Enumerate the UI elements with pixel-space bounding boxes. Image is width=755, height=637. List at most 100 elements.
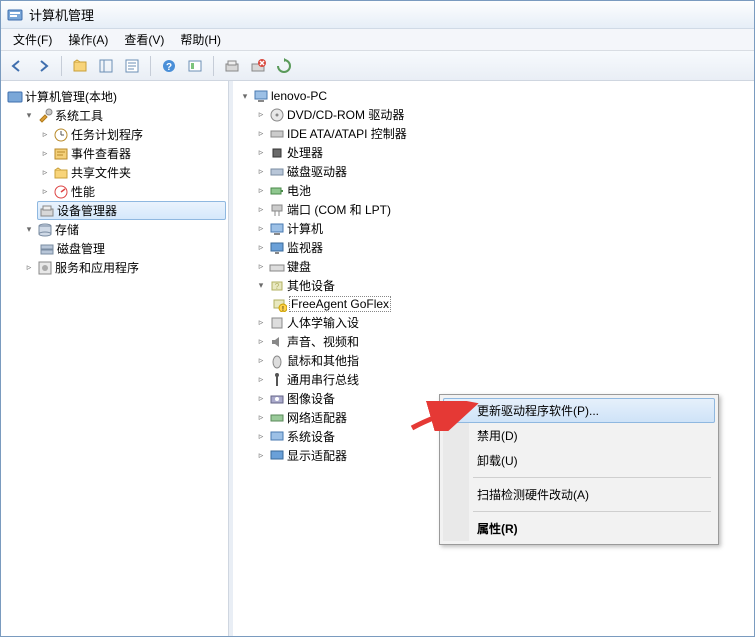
other-devices-icon: ? [269, 278, 285, 294]
ide-node[interactable]: ▹IDE ATA/ATAPI 控制器 [253, 124, 752, 143]
toolbar-forward-button[interactable] [31, 54, 55, 78]
toolbar-back-button[interactable] [5, 54, 29, 78]
toolbar-up-button[interactable] [68, 54, 92, 78]
sound-node[interactable]: ▹声音、视频和 [253, 332, 752, 351]
device-manager-label: 设备管理器 [57, 202, 117, 219]
context-menu-uninstall[interactable]: 卸载(U) [443, 448, 715, 473]
expander-icon[interactable]: ▾ [23, 224, 35, 236]
system-devices-label: 系统设备 [287, 428, 335, 445]
hid-node[interactable]: ▹ 人体学输入设 [253, 313, 752, 332]
cpu-node[interactable]: ▹处理器 [253, 143, 752, 162]
disk-drives-node[interactable]: ▹磁盘驱动器 [253, 162, 752, 181]
expander-icon[interactable]: ▹ [39, 167, 51, 179]
expander-icon[interactable]: ▹ [255, 317, 267, 329]
storage-node[interactable]: ▾ 存储 [21, 220, 226, 239]
keyboard-node[interactable]: ▹ 键盘 [253, 257, 752, 276]
expander-icon[interactable]: ▹ [39, 148, 51, 160]
monitor-node[interactable]: ▹监视器 [253, 238, 752, 257]
expander-icon[interactable]: ▹ [39, 186, 51, 198]
ports-label: 端口 (COM 和 LPT) [287, 201, 391, 218]
ports-node[interactable]: ▹ 端口 (COM 和 LPT) [253, 200, 752, 219]
toolbar-properties-button[interactable] [120, 54, 144, 78]
mouse-node[interactable]: ▹ 鼠标和其他指 [253, 351, 752, 370]
toolbar-uninstall-button[interactable] [246, 54, 270, 78]
task-scheduler-node[interactable]: ▹ 任务计划程序 [37, 125, 226, 144]
window: 计算机管理 文件(F) 操作(A) 查看(V) 帮助(H) ? [0, 0, 755, 637]
services-apps-node[interactable]: ▹ 服务和应用程序 [21, 258, 226, 277]
expander-icon[interactable]: ▹ [255, 204, 267, 216]
context-menu-properties[interactable]: 属性(R) [443, 516, 715, 541]
shared-folders-node[interactable]: ▹ 共享文件夹 [37, 163, 226, 182]
expander-icon[interactable]: ▹ [255, 147, 267, 159]
menu-file[interactable]: 文件(F) [5, 29, 60, 50]
left-tree-pane[interactable]: 计算机管理(本地) ▾ 系统工具 ▹ [1, 81, 229, 636]
toolbar-show-hide-button[interactable] [94, 54, 118, 78]
context-menu-scan[interactable]: 扫描检测硬件改动(A) [443, 482, 715, 507]
other-device-item[interactable]: ! FreeAgent GoFlex [269, 295, 752, 313]
expander-icon[interactable]: ▹ [255, 109, 267, 121]
toolbar-separator [150, 56, 151, 76]
toolbar-refresh-button[interactable] [183, 54, 207, 78]
ide-icon [269, 126, 285, 142]
disk-management-node[interactable]: 磁盘管理 [37, 239, 226, 258]
context-menu-update-driver[interactable]: 更新驱动程序软件(P)... [443, 398, 715, 423]
computer-root-node[interactable]: ▾ lenovo-PC [237, 87, 752, 105]
mouse-label: 鼠标和其他指 [287, 352, 359, 369]
tools-icon [37, 108, 53, 124]
dvd-label: DVD/CD-ROM 驱动器 [287, 106, 404, 123]
expander-icon[interactable]: ▹ [255, 242, 267, 254]
other-devices-node[interactable]: ▾?其他设备 [253, 276, 752, 295]
expander-icon[interactable]: ▹ [255, 223, 267, 235]
menu-help[interactable]: 帮助(H) [172, 29, 229, 50]
sound-icon [269, 334, 285, 350]
expander-icon[interactable]: ▹ [255, 374, 267, 386]
clock-icon [53, 127, 69, 143]
expander-icon[interactable]: ▹ [255, 336, 267, 348]
expander-icon[interactable]: ▾ [23, 110, 35, 122]
expander-icon[interactable]: ▹ [255, 393, 267, 405]
system-tools-node[interactable]: ▾ 系统工具 [21, 106, 226, 125]
system-tools-label: 系统工具 [55, 107, 103, 124]
mouse-icon [269, 353, 285, 369]
toolbar-scan-button[interactable] [220, 54, 244, 78]
performance-label: 性能 [71, 183, 95, 200]
toolbar-help-button[interactable]: ? [157, 54, 181, 78]
expander-icon[interactable]: ▾ [239, 90, 251, 102]
expander-icon[interactable]: ▹ [255, 128, 267, 140]
system-devices-icon [269, 429, 285, 445]
battery-node[interactable]: ▹电池 [253, 181, 752, 200]
device-manager-node[interactable]: 设备管理器 [37, 201, 226, 220]
expander-icon[interactable]: ▹ [255, 450, 267, 462]
usb-node[interactable]: ▹通用串行总线 [253, 370, 752, 389]
expander-icon[interactable]: ▹ [23, 262, 35, 274]
expander-icon[interactable]: ▹ [255, 412, 267, 424]
shared-folder-icon [53, 165, 69, 181]
expander-icon[interactable]: ▹ [255, 185, 267, 197]
keyboard-label: 键盘 [287, 258, 311, 275]
title-bar: 计算机管理 [1, 1, 754, 29]
imaging-icon [269, 391, 285, 407]
cpu-icon [269, 145, 285, 161]
hid-label: 人体学输入设 [287, 314, 359, 331]
computer-root-label: lenovo-PC [271, 89, 327, 103]
dvd-node[interactable]: ▹ DVD/CD-ROM 驱动器 [253, 105, 752, 124]
performance-node[interactable]: ▹ 性能 [37, 182, 226, 201]
expander-icon[interactable]: ▹ [39, 129, 51, 141]
menu-view[interactable]: 查看(V) [116, 29, 172, 50]
computer-category-node[interactable]: ▹计算机 [253, 219, 752, 238]
menu-action[interactable]: 操作(A) [60, 29, 116, 50]
expander-icon[interactable]: ▹ [255, 355, 267, 367]
toolbar-update-button[interactable] [272, 54, 296, 78]
body: 计算机管理(本地) ▾ 系统工具 ▹ [1, 81, 754, 636]
left-root-node[interactable]: 计算机管理(本地) [5, 87, 226, 106]
context-menu-disable[interactable]: 禁用(D) [443, 423, 715, 448]
expander-icon[interactable]: ▾ [255, 280, 267, 292]
expander-icon[interactable]: ▹ [255, 431, 267, 443]
device-manager-icon [39, 203, 55, 219]
right-tree-pane[interactable]: ▾ lenovo-PC ▹ DVD/CD-ROM 驱动器 ▹IDE ATA/ATA… [229, 81, 754, 636]
monitor-icon [269, 240, 285, 256]
expander-icon[interactable]: ▹ [255, 261, 267, 273]
disk-icon [269, 164, 285, 180]
event-viewer-node[interactable]: ▹ 事件查看器 [37, 144, 226, 163]
expander-icon[interactable]: ▹ [255, 166, 267, 178]
